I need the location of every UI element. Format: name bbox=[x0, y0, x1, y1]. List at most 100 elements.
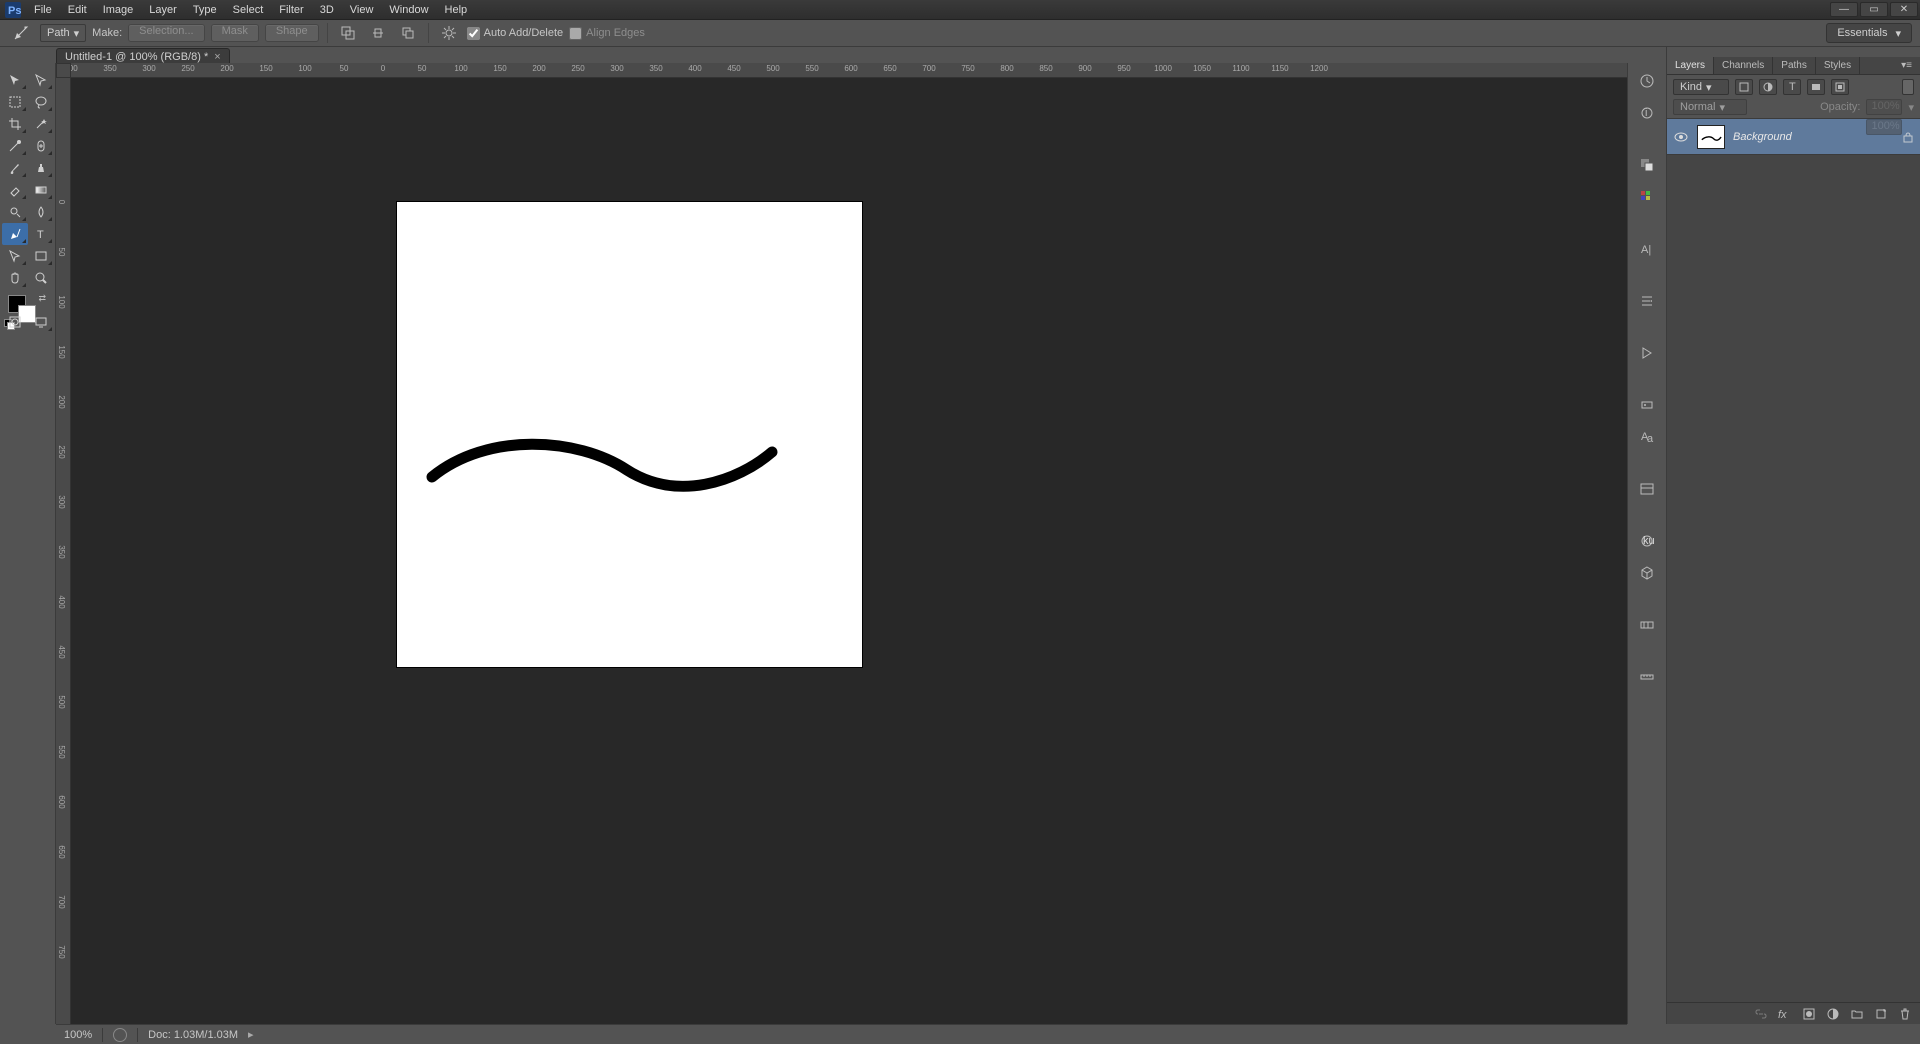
dodge-tool[interactable] bbox=[2, 201, 28, 223]
crop-tool[interactable] bbox=[2, 113, 28, 135]
layer-name[interactable]: Background bbox=[1733, 131, 1792, 143]
move-tool[interactable] bbox=[2, 69, 28, 91]
hand-tool[interactable] bbox=[2, 267, 28, 289]
properties-panel-icon[interactable]: i bbox=[1634, 101, 1660, 125]
make-selection-button[interactable]: Selection... bbox=[128, 24, 204, 42]
maximize-button[interactable]: ▭ bbox=[1860, 2, 1888, 17]
menu-type[interactable]: Type bbox=[185, 0, 225, 20]
blur-tool[interactable] bbox=[28, 201, 54, 223]
artboard-tool[interactable] bbox=[28, 69, 54, 91]
brush-tool[interactable] bbox=[2, 157, 28, 179]
magic-wand-tool[interactable] bbox=[28, 113, 54, 135]
trash-icon[interactable] bbox=[1896, 1006, 1914, 1022]
path-selection-tool[interactable] bbox=[2, 245, 28, 267]
menu-file[interactable]: File bbox=[26, 0, 60, 20]
make-mask-button[interactable]: Mask bbox=[211, 24, 259, 42]
pen-mode-select[interactable]: Path ▾ bbox=[40, 24, 86, 42]
tab-layers[interactable]: Layers bbox=[1667, 57, 1714, 74]
rectangle-tool[interactable] bbox=[28, 245, 54, 267]
libraries-panel-icon[interactable] bbox=[1634, 477, 1660, 501]
align-edges-check[interactable]: Align Edges bbox=[569, 27, 645, 40]
canvas-workspace[interactable] bbox=[71, 78, 1627, 1024]
gradient-tool[interactable] bbox=[28, 179, 54, 201]
menu-filter[interactable]: Filter bbox=[271, 0, 311, 20]
actions-panel-icon[interactable] bbox=[1634, 341, 1660, 365]
mask-icon[interactable] bbox=[1800, 1006, 1818, 1022]
close-button[interactable]: ✕ bbox=[1890, 2, 1918, 17]
align-edges-checkbox[interactable] bbox=[569, 27, 582, 40]
type-tool[interactable]: T bbox=[28, 223, 54, 245]
menu-help[interactable]: Help bbox=[437, 0, 476, 20]
new-layer-icon[interactable] bbox=[1872, 1006, 1890, 1022]
brush-panel-icon[interactable] bbox=[1634, 393, 1660, 417]
menu-view[interactable]: View bbox=[342, 0, 382, 20]
tab-paths[interactable]: Paths bbox=[1773, 57, 1816, 74]
timeline-panel-icon[interactable] bbox=[1634, 613, 1660, 637]
auto-add-delete-check[interactable]: Auto Add/Delete bbox=[467, 27, 564, 40]
ruler-horizontal[interactable]: 4003503002502001501005005010015020025030… bbox=[56, 63, 1627, 78]
group-icon[interactable] bbox=[1848, 1006, 1866, 1022]
layer-list[interactable]: Background bbox=[1667, 119, 1920, 1002]
character-panel-icon[interactable]: A| bbox=[1634, 237, 1660, 261]
path-arrange-icon[interactable] bbox=[396, 23, 420, 43]
layer-filter-select[interactable]: Kind ▾ bbox=[1673, 79, 1729, 95]
chevron-right-icon[interactable]: ▸ bbox=[248, 1028, 254, 1041]
filter-shape-icon[interactable] bbox=[1807, 79, 1825, 95]
link-layers-icon[interactable] bbox=[1752, 1006, 1770, 1022]
clone-stamp-tool[interactable] bbox=[28, 157, 54, 179]
workspace-switcher[interactable]: Essentials ▾ bbox=[1826, 23, 1912, 43]
panel-menu-icon[interactable]: ▾≡ bbox=[1893, 57, 1920, 74]
opacity-input[interactable]: 100% bbox=[1866, 99, 1902, 115]
color-panel-icon[interactable] bbox=[1634, 153, 1660, 177]
path-op-new-icon[interactable] bbox=[336, 23, 360, 43]
tab-channels[interactable]: Channels bbox=[1714, 57, 1773, 74]
marquee-tool[interactable] bbox=[2, 91, 28, 113]
expose-icon[interactable] bbox=[113, 1028, 127, 1042]
document-tab[interactable]: Untitled-1 @ 100% (RGB/8) * × bbox=[56, 48, 230, 64]
swap-colors-icon[interactable]: ⇄ bbox=[38, 293, 46, 304]
adjustment-icon[interactable] bbox=[1824, 1006, 1842, 1022]
lasso-tool[interactable] bbox=[28, 91, 54, 113]
filter-adjustment-icon[interactable] bbox=[1759, 79, 1777, 95]
filter-toggle[interactable] bbox=[1902, 79, 1914, 95]
menu-layer[interactable]: Layer bbox=[141, 0, 185, 20]
kuler-panel-icon[interactable]: ku bbox=[1634, 529, 1660, 553]
chevron-down-icon[interactable]: ▾ bbox=[1908, 101, 1914, 114]
menu-select[interactable]: Select bbox=[225, 0, 272, 20]
close-tab-icon[interactable]: × bbox=[214, 51, 220, 63]
visibility-icon[interactable] bbox=[1673, 129, 1689, 145]
eraser-tool[interactable] bbox=[2, 179, 28, 201]
history-panel-icon[interactable] bbox=[1634, 69, 1660, 93]
layer-thumbnail[interactable] bbox=[1697, 125, 1725, 149]
measurement-panel-icon[interactable] bbox=[1634, 665, 1660, 689]
blend-mode-select[interactable]: Normal ▾ bbox=[1673, 99, 1747, 115]
paragraph-panel-icon[interactable] bbox=[1634, 289, 1660, 313]
menu-3d[interactable]: 3D bbox=[312, 0, 342, 20]
filter-pixel-icon[interactable] bbox=[1735, 79, 1753, 95]
minimize-button[interactable]: — bbox=[1830, 2, 1858, 17]
tab-styles[interactable]: Styles bbox=[1816, 57, 1860, 74]
auto-add-delete-checkbox[interactable] bbox=[467, 27, 480, 40]
zoom-level[interactable]: 100% bbox=[64, 1029, 92, 1041]
zoom-tool[interactable] bbox=[28, 267, 54, 289]
doc-info[interactable]: Doc: 1.03M/1.03M bbox=[148, 1029, 238, 1041]
lock-icon[interactable] bbox=[1902, 131, 1914, 143]
healing-brush-tool[interactable] bbox=[28, 135, 54, 157]
glyphs-panel-icon[interactable]: Aa bbox=[1634, 425, 1660, 449]
path-align-icon[interactable] bbox=[366, 23, 390, 43]
filter-type-icon[interactable]: T bbox=[1783, 79, 1801, 95]
ruler-origin[interactable] bbox=[56, 63, 71, 78]
ruler-vertical[interactable]: 0501001502002503003504004505005506006507… bbox=[56, 78, 71, 1024]
3d-panel-icon[interactable] bbox=[1634, 561, 1660, 585]
gear-icon[interactable] bbox=[437, 23, 461, 43]
menu-window[interactable]: Window bbox=[381, 0, 436, 20]
menu-image[interactable]: Image bbox=[95, 0, 142, 20]
eyedropper-tool[interactable] bbox=[2, 135, 28, 157]
screen-mode-tool[interactable] bbox=[28, 311, 54, 333]
pen-tool[interactable] bbox=[2, 223, 28, 245]
canvas[interactable] bbox=[397, 202, 862, 667]
swatches-panel-icon[interactable] bbox=[1634, 185, 1660, 209]
current-tool-icon[interactable] bbox=[8, 23, 34, 43]
filter-smart-icon[interactable] bbox=[1831, 79, 1849, 95]
make-shape-button[interactable]: Shape bbox=[265, 24, 319, 42]
